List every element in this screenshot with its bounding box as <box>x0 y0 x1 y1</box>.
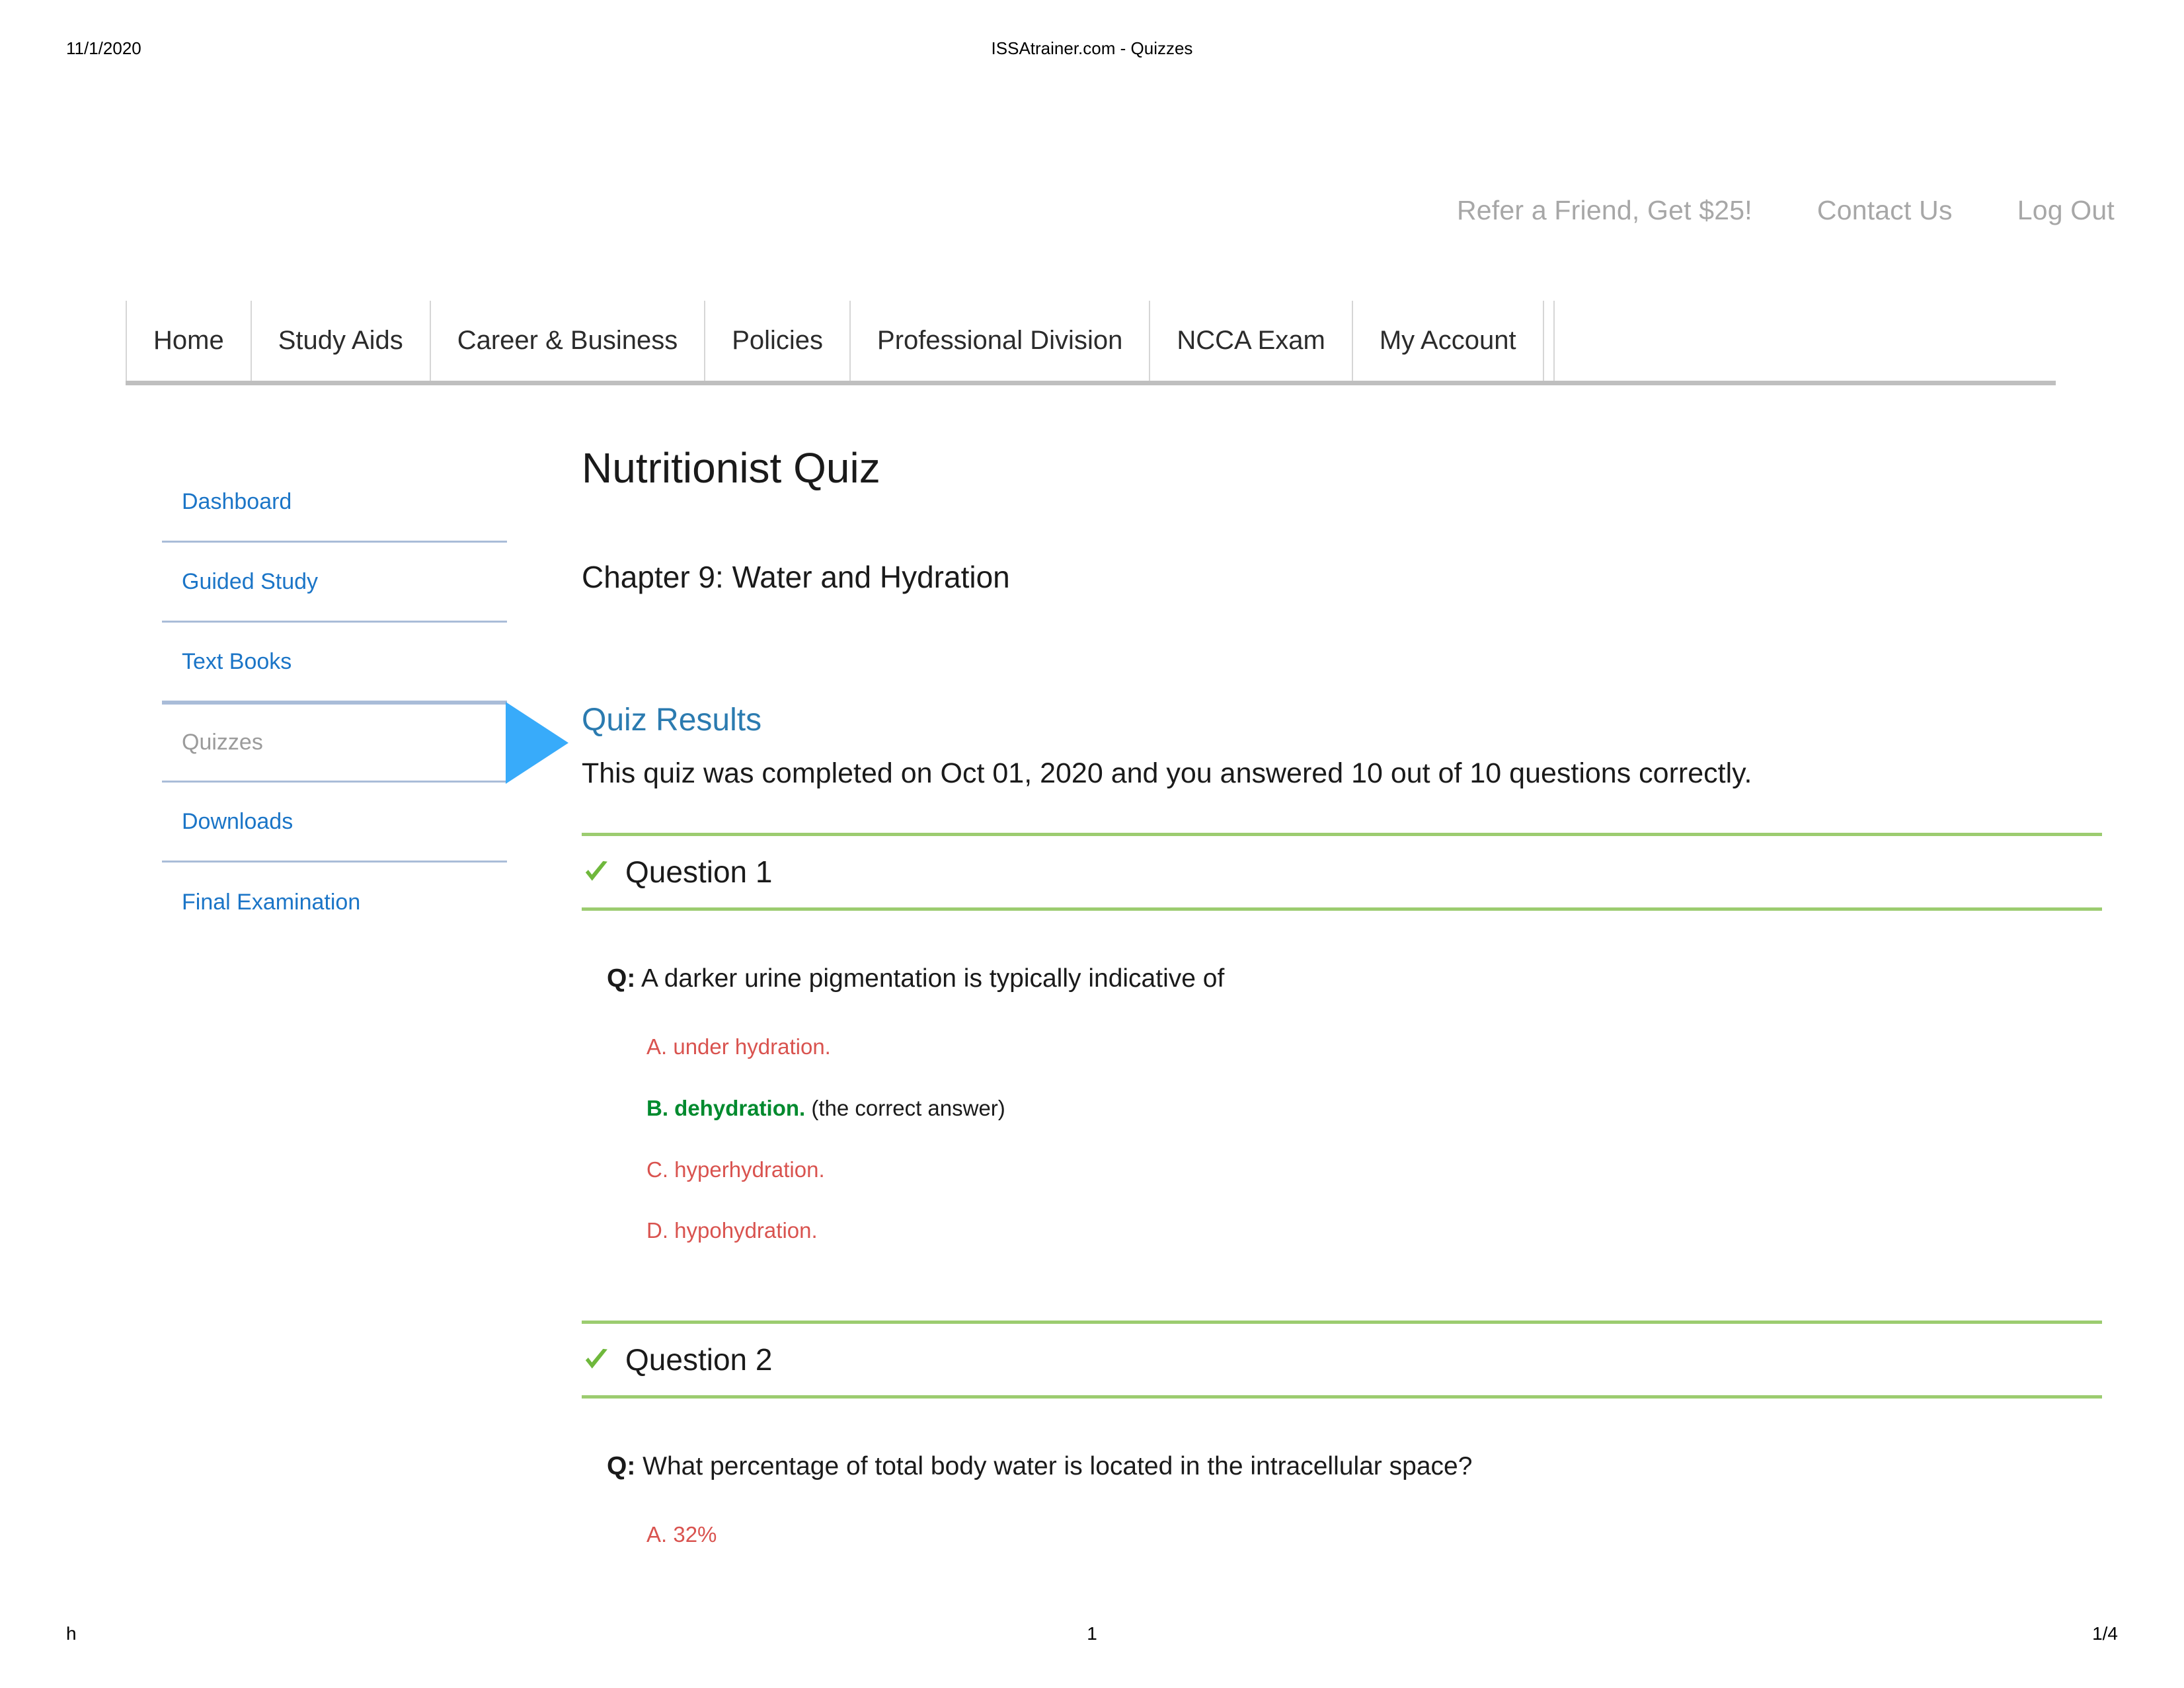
answer-option[interactable]: A. under hydration. <box>646 1033 2102 1061</box>
nav-item-study-aids[interactable]: Study Aids <box>250 301 430 381</box>
sidebar-item-label: Final Examination <box>182 890 361 915</box>
nav-trailing-divider <box>1542 301 1555 381</box>
question-header: Question 1 <box>582 833 2102 911</box>
answer-option[interactable]: A. 32% <box>646 1521 2102 1549</box>
answer-list: A. under hydration. B. dehydration. (the… <box>646 1033 2102 1246</box>
sidebar-item-label: Quizzes <box>182 730 263 755</box>
quiz-results-heading: Quiz Results <box>582 702 762 738</box>
question-block: Question 1 Q: A darker urine pigmentatio… <box>582 833 2102 1280</box>
nav-item-professional-division[interactable]: Professional Division <box>849 301 1149 381</box>
sidebar-item-final-examination[interactable]: Final Examination <box>162 863 507 942</box>
print-page-title: ISSAtrainer.com - Quizzes <box>991 38 1193 58</box>
sidebar-item-downloads[interactable]: Downloads <box>162 783 507 863</box>
nav-item-career-business[interactable]: Career & Business <box>429 301 704 381</box>
sidebar-item-label: Text Books <box>182 648 292 674</box>
answer-option-text: B. dehydration. <box>646 1095 806 1120</box>
question-label: Question 2 <box>625 1342 773 1377</box>
utility-link-contact-us[interactable]: Contact Us <box>1817 195 1953 226</box>
sidebar-item-label: Dashboard <box>182 488 292 514</box>
check-mark-icon <box>585 861 607 881</box>
answer-option[interactable]: D. hypohydration. <box>646 1217 2102 1245</box>
question-body: A darker urine pigmentation is typically… <box>641 964 1225 993</box>
sidebar-item-dashboard[interactable]: Dashboard <box>162 463 507 543</box>
sidebar-item-guided-study[interactable]: Guided Study <box>162 543 507 623</box>
question-block: Question 2 Q: What percentage of total b… <box>582 1321 2102 1549</box>
course-sidebar: Dashboard Guided Study Text Books Quizze… <box>162 463 568 942</box>
question-header: Question 2 <box>582 1321 2102 1399</box>
answer-option-correct[interactable]: B. dehydration. (the correct answer) <box>646 1094 2102 1123</box>
nav-item-home[interactable]: Home <box>126 301 251 381</box>
answer-list: A. 32% <box>646 1521 2102 1549</box>
nav-item-policies[interactable]: Policies <box>704 301 849 381</box>
sidebar-item-text-books[interactable]: Text Books <box>162 623 507 703</box>
question-text: Q: What percentage of total body water i… <box>607 1450 2102 1484</box>
page-title: Nutritionist Quiz <box>582 444 880 492</box>
print-header: 11/1/2020 ISSAtrainer.com - Quizzes <box>0 38 2184 65</box>
footer-page-count: 1/4 <box>2092 1623 2118 1644</box>
sidebar-item-label: Guided Study <box>182 568 319 594</box>
utility-nav: Refer a Friend, Get $25! Contact Us Log … <box>1457 195 2115 226</box>
question-label: Question 1 <box>625 855 773 890</box>
answer-option[interactable]: C. hyperhydration. <box>646 1156 2102 1184</box>
check-mark-icon <box>585 1349 607 1369</box>
active-pointer-triangle-icon <box>506 701 568 784</box>
nav-item-ncca-exam[interactable]: NCCA Exam <box>1149 301 1352 381</box>
utility-link-refer-a-friend[interactable]: Refer a Friend, Get $25! <box>1457 195 1752 226</box>
question-prefix: Q: <box>607 964 636 993</box>
question-prefix: Q: <box>607 1452 636 1481</box>
correct-answer-note: (the correct answer) <box>811 1095 1005 1120</box>
main-navigation: Home Study Aids Career & Business Polici… <box>126 301 2056 385</box>
nav-item-my-account[interactable]: My Account <box>1351 301 1543 381</box>
question-body: What percentage of total body water is l… <box>643 1452 1473 1481</box>
print-footer: h 1 1/4 <box>0 1623 2184 1650</box>
main-content: Nutritionist Quiz Chapter 9: Water and H… <box>582 444 2102 1549</box>
utility-link-log-out[interactable]: Log Out <box>2017 195 2115 226</box>
quiz-results-summary: This quiz was completed on Oct 01, 2020 … <box>582 757 1752 790</box>
chapter-title: Chapter 9: Water and Hydration <box>582 559 1010 594</box>
sidebar-item-label: Downloads <box>182 808 293 834</box>
question-text: Q: A darker urine pigmentation is typica… <box>607 962 2102 996</box>
footer-page-number: 1 <box>1087 1623 1097 1644</box>
sidebar-item-quizzes[interactable]: Quizzes <box>162 701 568 784</box>
